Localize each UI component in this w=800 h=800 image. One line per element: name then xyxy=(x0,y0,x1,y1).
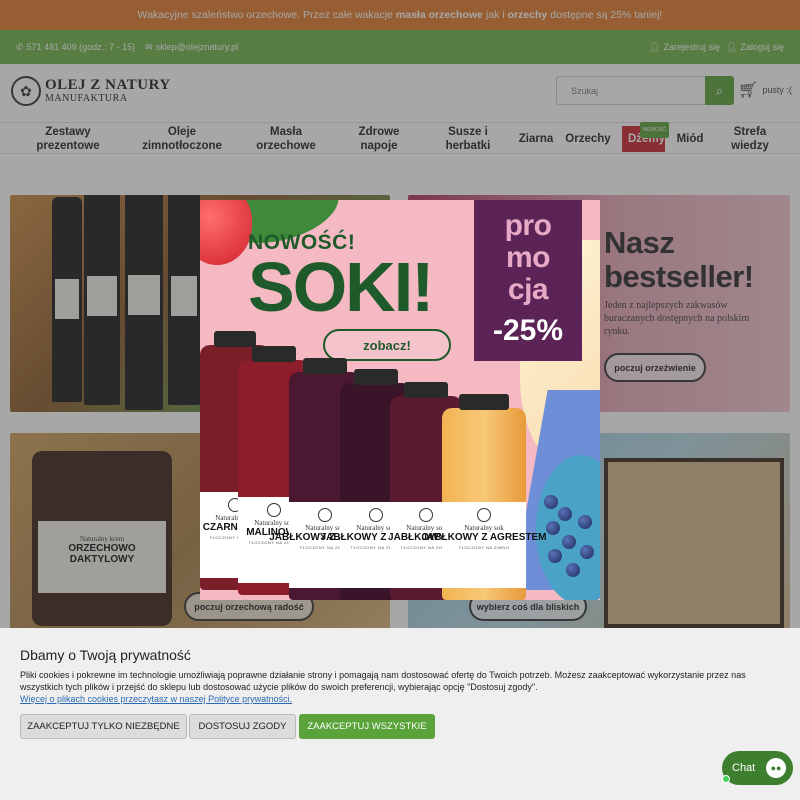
cookie-consent-panel: Dbamy o Twoją prywatność Pliki cookies i… xyxy=(0,628,800,800)
cookie-text: Pliki cookies i pokrewne im technologie … xyxy=(20,670,746,692)
bottle-brand: Naturalny sok xyxy=(305,524,345,532)
accept-necessary-button[interactable]: ZAAKCEPTUJ TYLKO NIEZBĘDNE xyxy=(20,714,187,739)
chat-label: Chat xyxy=(732,762,756,774)
accept-all-button[interactable]: ZAAKCEPTUJ WSZYSTKIE xyxy=(299,714,435,739)
chat-bubble-icon: ●● xyxy=(766,758,786,778)
see-more-button[interactable]: zobacz! xyxy=(323,329,451,361)
discount-value: -25% xyxy=(492,314,564,347)
promo-word: mo xyxy=(506,241,551,274)
promo-word: pro xyxy=(504,209,552,242)
bottle-brand: Naturalny sok xyxy=(464,524,504,532)
chat-button[interactable]: Chat ●● xyxy=(722,751,793,785)
bottle-name: JABŁKOWY Z AGRESTEM xyxy=(421,532,547,543)
promo-badge: pro mo cja -25% xyxy=(474,200,582,361)
cookie-title: Dbamy o Twoją prywatność xyxy=(20,647,191,663)
bottle-brand: Naturalny sok xyxy=(406,524,446,532)
bottle-subtitle: TŁOCZONY NA ZIMNO xyxy=(458,545,510,550)
juice-bottle: Naturalny sok JABŁKOWY Z AGRESTEM TŁOCZONY… xyxy=(422,394,547,600)
promo-word: cja xyxy=(507,273,549,306)
strawberry-illustration xyxy=(200,200,252,265)
privacy-policy-link[interactable]: Więcej o plikach cookies przeczytasz w n… xyxy=(20,694,292,704)
online-status-icon xyxy=(722,775,730,783)
bottle-brand: Naturalny sok xyxy=(254,519,294,527)
promo-modal[interactable]: NOWOŚĆ! SOKI! zobacz! pro mo cja -25% Na… xyxy=(200,200,600,600)
customize-consent-button[interactable]: DOSTOSUJ ZGODY xyxy=(189,714,296,739)
modal-title: SOKI! xyxy=(248,248,434,326)
